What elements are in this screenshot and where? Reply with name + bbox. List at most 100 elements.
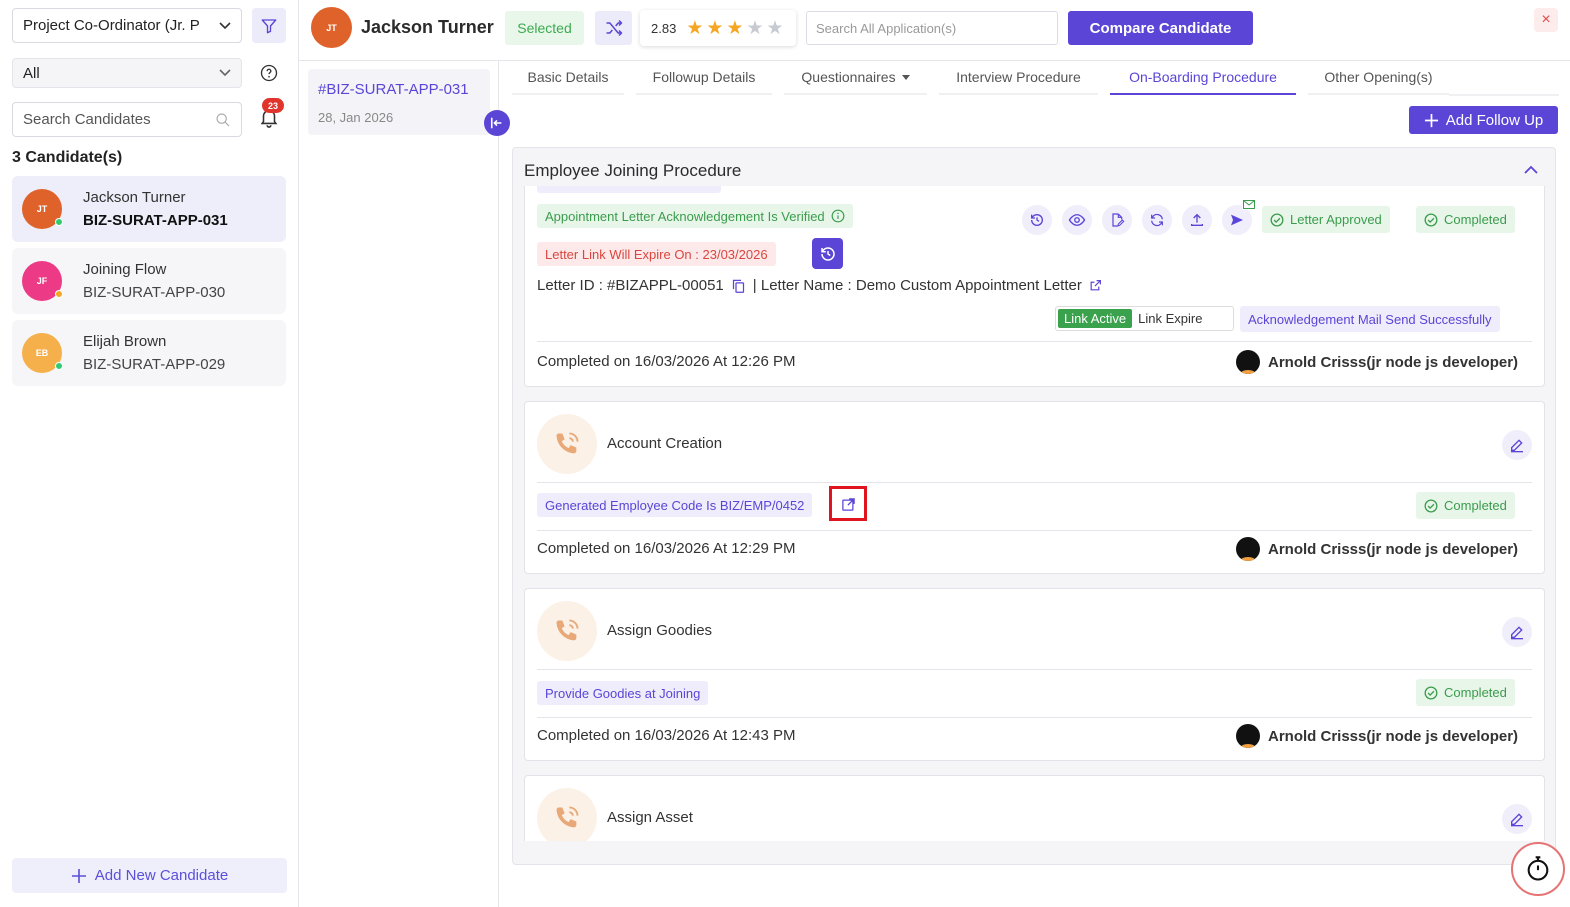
candidate-item[interactable]: EB Elijah Brown BIZ-SURAT-APP-029 — [12, 320, 286, 386]
pencil-icon — [1511, 439, 1523, 453]
filter-button[interactable] — [252, 8, 286, 43]
user-name: Arnold Crisss(jr node js developer) — [1268, 727, 1519, 745]
add-new-candidate-label: Add New Candidate — [94, 867, 229, 884]
tab-followup-details[interactable]: Followup Details — [636, 61, 772, 95]
phone-icon — [556, 432, 579, 454]
add-new-candidate-button[interactable]: Add New Candidate — [12, 858, 287, 893]
status-select[interactable]: All — [12, 58, 242, 88]
collapse-section-button[interactable] — [1524, 165, 1538, 174]
notification-button[interactable]: 23 — [256, 98, 284, 130]
info-icon[interactable] — [831, 209, 845, 223]
tab-onboarding-procedure[interactable]: On-Boarding Procedure — [1110, 61, 1296, 95]
shuffle-button[interactable] — [595, 11, 632, 45]
tab-other-openings[interactable]: Other Opening(s) — [1308, 61, 1449, 95]
timer-button[interactable] — [1511, 842, 1565, 896]
application-card[interactable] — [308, 69, 490, 135]
status-badge[interactable]: Selected — [505, 11, 584, 45]
completed-badge: Completed — [1416, 492, 1515, 519]
candidate-code: BIZ-SURAT-APP-030 — [83, 284, 226, 301]
rating-widget[interactable]: 2.83 ★ ★ ★ ★ ★ — [640, 10, 796, 46]
edit-step-button[interactable] — [1502, 804, 1532, 834]
tab-label: On-Boarding Procedure — [1129, 69, 1277, 85]
link-active-option[interactable]: Link Active — [1058, 309, 1133, 328]
link-expire-option[interactable]: Link Expire — [1138, 311, 1202, 326]
tab-basic-details[interactable]: Basic Details — [512, 61, 624, 95]
letter-history-button[interactable] — [812, 238, 843, 269]
filter-icon — [261, 18, 277, 33]
scrolled-tag-fragment — [537, 186, 721, 193]
compare-candidate-button[interactable]: Compare Candidate — [1068, 11, 1253, 45]
notification-count-badge: 23 — [262, 98, 284, 113]
pencil-icon — [1511, 813, 1523, 827]
caret-down-icon — [901, 74, 910, 80]
send-letter-button[interactable] — [1222, 199, 1256, 235]
copy-icon[interactable] — [731, 278, 746, 294]
candidate-count: 3 Candidate(s) — [12, 149, 123, 166]
acknowledgement-mail-tag: Acknowledgement Mail Send Successfully — [1240, 306, 1500, 332]
tab-interview-procedure[interactable]: Interview Procedure — [939, 61, 1098, 95]
status-select-value: All — [23, 64, 40, 82]
close-button[interactable]: × — [1534, 8, 1558, 32]
letter-approved-text: Letter Approved — [1290, 212, 1382, 227]
tab-questionnaires[interactable]: Questionnaires — [784, 61, 927, 95]
chevron-down-icon — [219, 21, 231, 29]
collapse-panel-button[interactable] — [484, 110, 510, 136]
check-circle-icon — [1424, 213, 1438, 226]
star-icon[interactable]: ★ — [746, 19, 763, 38]
refresh-icon — [1151, 213, 1163, 227]
star-icon[interactable]: ★ — [726, 19, 743, 38]
regenerate-letter-button[interactable] — [1142, 205, 1172, 235]
step-title: Assign Goodies — [607, 622, 713, 639]
employee-code-tag: Generated Employee Code Is BIZ/EMP/0452 — [537, 493, 813, 517]
edit-step-button[interactable] — [1502, 617, 1532, 647]
candidate-sidebar: Project Co-Ordinator (Jr. P All Search C… — [0, 0, 299, 907]
history-icon — [820, 246, 835, 261]
divider — [537, 669, 1532, 670]
candidate-item[interactable]: JT Jackson Turner BIZ-SURAT-APP-031 — [12, 176, 286, 242]
role-select[interactable]: Project Co-Ordinator (Jr. P — [12, 8, 242, 43]
away-status-dot — [55, 290, 63, 298]
help-button[interactable] — [258, 62, 280, 84]
star-icon[interactable]: ★ — [767, 19, 784, 38]
star-icon[interactable]: ★ — [706, 19, 723, 38]
letter-id: Letter ID : #BIZAPPL-00051 — [537, 277, 724, 294]
stopwatch-icon — [1527, 856, 1549, 881]
candidate-code: BIZ-SURAT-APP-031 — [83, 212, 228, 229]
tab-label: Interview Procedure — [956, 69, 1081, 85]
plus-icon — [71, 868, 86, 883]
candidate-code: BIZ-SURAT-APP-029 — [83, 356, 226, 373]
completed-on-text: Completed on 16/03/2026 At 12:29 PM — [537, 540, 796, 557]
completed-text: Completed — [1444, 685, 1507, 700]
history-icon — [1031, 213, 1043, 226]
edit-letter-button[interactable] — [1102, 205, 1132, 235]
link-status-toggle[interactable]: Link Active Link Expire — [1055, 306, 1234, 331]
avatar-initials: EB — [35, 348, 49, 358]
shuffle-icon — [606, 19, 622, 37]
avatar — [1236, 537, 1260, 561]
candidate-name: Joining Flow — [83, 261, 167, 278]
avatar-initials: JT — [36, 204, 48, 214]
panel-title: Employee Joining Procedure — [524, 161, 742, 180]
candidate-search-input[interactable]: Search Candidates — [12, 102, 242, 137]
tab-underline — [1449, 94, 1559, 96]
completed-badge: Completed — [1416, 679, 1515, 706]
candidate-item[interactable]: JF Joining Flow BIZ-SURAT-APP-030 — [12, 248, 286, 314]
view-letter-button[interactable] — [1062, 205, 1092, 235]
phone-icon — [556, 806, 579, 828]
completed-text: Completed — [1444, 498, 1507, 513]
upload-letter-button[interactable] — [1182, 205, 1212, 235]
step-icon — [537, 788, 597, 841]
phone-icon — [556, 619, 579, 641]
avatar: EB — [22, 333, 63, 373]
external-link-icon[interactable] — [1089, 279, 1102, 292]
candidate-name: Elijah Brown — [83, 333, 167, 350]
edit-step-button[interactable] — [1502, 430, 1532, 460]
divider — [537, 341, 1532, 342]
rating-stars[interactable]: ★ ★ ★ ★ ★ — [686, 19, 783, 38]
step-icon — [537, 414, 597, 474]
application-search-input[interactable]: Search All Application(s) — [806, 11, 1058, 45]
star-icon[interactable]: ★ — [686, 19, 703, 38]
add-follow-up-button[interactable]: Add Follow Up — [1409, 106, 1558, 134]
divider — [537, 482, 1532, 483]
history-button[interactable] — [1022, 205, 1052, 235]
